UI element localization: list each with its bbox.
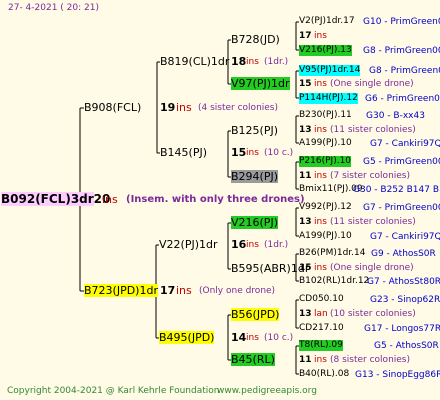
gen3-b56[interactable]: B56(JPD) (231, 308, 280, 321)
gen4-g2-source: G8 - PrimGreen00 (363, 46, 440, 56)
gen2-v22-count: 16 (231, 238, 247, 251)
gen2-b145[interactable]: B145(PJ) (160, 146, 207, 159)
gen4-g10-source: G7 - Cankiri97Q (370, 232, 440, 242)
copyright-text: Copyright 2004-2021 @ Karl Kehrle Founda… (7, 386, 220, 396)
gen4-g1-source: G10 - PrimGreen00 (363, 17, 440, 27)
gen2-b819-ins: ins (246, 57, 259, 67)
date-stamp: 27- 4-2021 ( 20: 21) (8, 3, 99, 13)
gen2-v22-ins: ins (246, 240, 259, 250)
gen4-g3[interactable]: V95(PJ)1dr.14 (299, 65, 361, 76)
gen2-b145-ins: ins (246, 148, 259, 158)
gen1-dam-count: 17 (160, 284, 176, 297)
pedigree-chart: 27- 4-2021 ( 20: 21) B092(FCL)3dr20 ins … (0, 0, 440, 400)
gen3-b595[interactable]: B595(ABR)1dr (231, 262, 309, 275)
gen1-sire-note: (4 sister colonies) (198, 103, 279, 113)
gen4-g11[interactable]: B26(PM)1dr.14 (299, 248, 365, 259)
gen4-g13-ins: lan (314, 309, 328, 319)
gen3-b294[interactable]: B294(PJ) (231, 170, 279, 183)
gen2-b145-count: 15 (231, 146, 247, 159)
gen4-g12[interactable]: B102(RL)1dr.12 (299, 276, 369, 287)
gen4-g11-count: 15 (299, 263, 312, 273)
gen4-g13-count: 13 (299, 309, 312, 319)
gen4-g15-count: 11 (299, 355, 312, 365)
gen4-g11-note: (One single drone) (330, 263, 414, 273)
gen2-v22[interactable]: V22(PJ)1dr (159, 238, 218, 251)
gen4-g1-count: 17 (299, 31, 312, 41)
gen4-g7-count: 11 (299, 171, 312, 181)
gen4-g13-source: G23 - Sinop62R (370, 295, 440, 305)
gen2-b495-note: (10 c.) (264, 333, 294, 343)
gen2-b495-ins: ins (246, 333, 259, 343)
gen4-g14[interactable]: CD217.10 (299, 323, 344, 334)
gen4-g9-count: 13 (299, 217, 312, 227)
root-queen[interactable]: B092(FCL)3dr20 (1, 192, 110, 207)
gen4-g2[interactable]: V216(PJ).13 (299, 45, 352, 56)
gen4-g1[interactable]: V2(PJ)1dr.17 (299, 16, 355, 27)
gen2-v22-note: (1dr.) (264, 240, 289, 250)
gen4-g14-source: G17 - Longos77R (364, 324, 440, 334)
gen4-g13[interactable]: CD050.10 (299, 294, 344, 305)
gen1-dam-note: (Only one drone) (199, 286, 276, 296)
gen4-g9-note: (11 sister colonies) (330, 217, 416, 227)
gen1-sire-ins: ins (176, 101, 192, 114)
gen2-b819-count: 18 (231, 55, 247, 68)
gen4-g10[interactable]: A199(PJ).10 (299, 231, 352, 242)
site-link[interactable]: www.pedigreeapis.org (217, 386, 317, 397)
gen4-g6-source: G7 - Cankiri97Q (370, 139, 440, 149)
gen2-b819-note: (1dr.) (264, 57, 289, 67)
gen3-b728[interactable]: B728(JD) (231, 33, 280, 46)
gen2-b495-count: 14 (231, 331, 247, 344)
gen4-g9[interactable]: V992(PJ).12 (299, 202, 352, 213)
gen2-b819[interactable]: B819(CL)1dr (160, 55, 229, 68)
gen1-dam-ins: ins (176, 284, 192, 297)
root-id: B092(FCL)3dr (1, 192, 94, 206)
gen2-b495[interactable]: B495(JPD) (159, 331, 215, 344)
gen4-g3-count: 15 (299, 79, 312, 89)
gen3-b125[interactable]: B125(PJ) (231, 124, 278, 137)
gen4-g4[interactable]: P114H(PJ).12 (299, 93, 358, 104)
gen4-g5[interactable]: B230(PJ).11 (299, 110, 352, 121)
gen4-g1-ins: ins (314, 31, 327, 41)
root-ins: ins (102, 193, 118, 206)
gen1-sire[interactable]: B908(FCL) (84, 101, 141, 114)
gen4-g9-source: G7 - PrimGreen00 (363, 203, 440, 213)
gen4-g8-source: G30 - B252 B147 B (353, 185, 439, 195)
gen4-g3-note: (One single drone) (330, 79, 414, 89)
gen4-g13-note: (10 sister colonies) (330, 309, 416, 319)
gen3-b45[interactable]: B45(RL) (231, 353, 275, 366)
gen4-g15-source: G5 - AthosS0R (374, 341, 439, 351)
gen4-g7-ins: ins (314, 171, 327, 181)
gen4-g5-source: G30 - B-xx43 (366, 111, 425, 121)
gen4-g11-ins: ins (314, 263, 327, 273)
gen4-g6[interactable]: A199(PJ).10 (299, 138, 352, 149)
gen4-g7-note: (7 sister colonies) (330, 171, 411, 181)
gen4-g16[interactable]: B40(RL).08 (299, 369, 349, 380)
gen4-g15-note: (8 sister colonies) (330, 355, 411, 365)
gen3-v97[interactable]: V97(PJ)1dr (231, 77, 290, 90)
gen4-g5-ins: ins (314, 125, 327, 135)
gen1-dam[interactable]: B723(JPD)1dr (84, 284, 158, 297)
gen4-g7-source: G5 - PrimGreen00 (363, 157, 440, 167)
gen4-g9-ins: ins (314, 217, 327, 227)
gen2-b145-note: (10 c.) (264, 148, 294, 158)
gen4-g7[interactable]: P216(PJ).10 (299, 156, 352, 167)
gen4-g5-note: (11 sister colonies) (330, 125, 416, 135)
gen4-g4-source: G6 - PrimGreen00 (365, 94, 440, 104)
gen1-sire-count: 19 (160, 101, 176, 114)
gen4-g11-source: G9 - AthosS0R (371, 249, 436, 259)
gen4-g5-count: 13 (299, 125, 312, 135)
gen4-g16-source: G13 - SinopEgg86R (355, 370, 440, 380)
root-note: (Insem. with only three drones) (126, 194, 305, 205)
gen4-g3-ins: ins (314, 79, 327, 89)
gen4-g15[interactable]: T8(RL).09 (299, 340, 343, 351)
gen4-g15-ins: ins (314, 355, 327, 365)
gen4-g12-source: G7 - AthosSt80R (367, 277, 440, 287)
gen3-v216[interactable]: V216(PJ) (231, 216, 278, 229)
gen4-g3-source: G8 - PrimGreen00 (369, 66, 440, 76)
